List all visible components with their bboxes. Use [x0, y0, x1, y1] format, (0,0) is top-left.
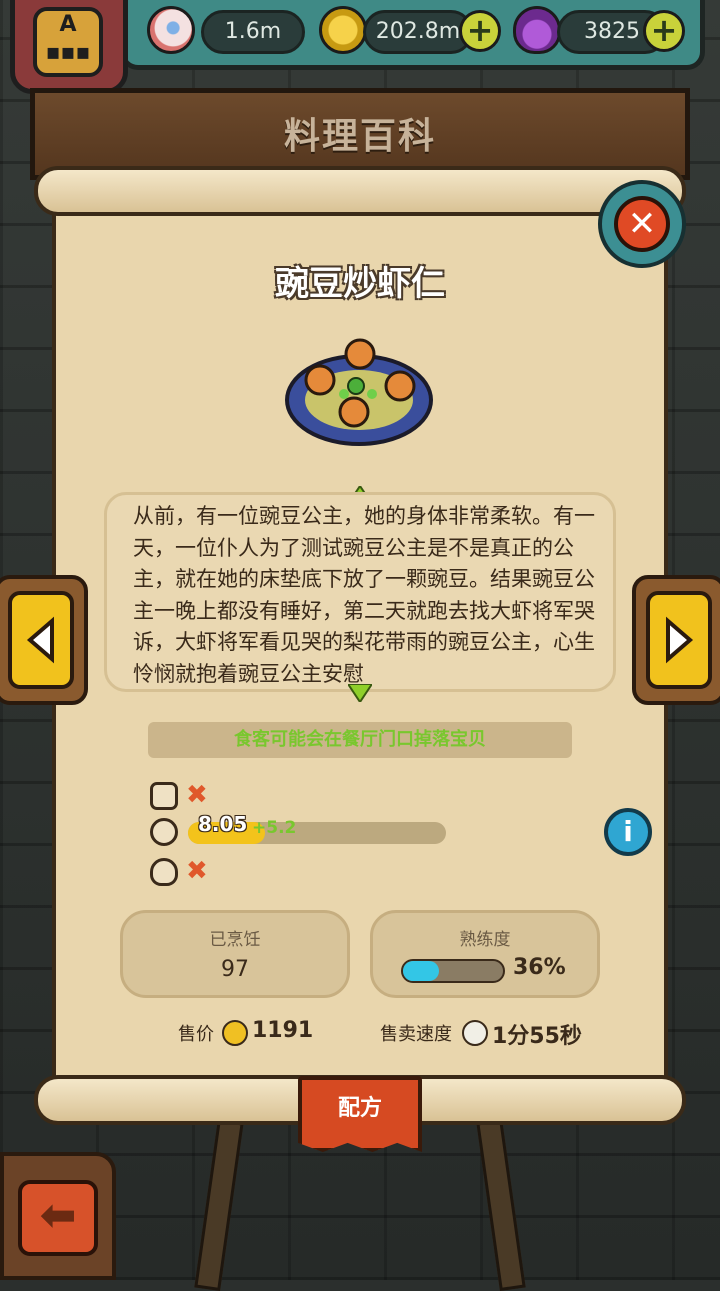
add-potions-button[interactable]: +: [643, 10, 685, 52]
stat-none-icon: ✖: [186, 780, 208, 810]
dish-story-text: 从前，有一位豌豆公主，她的身体非常柔软。有一天，一位仆人为了测试豌豆公主是不是真…: [133, 504, 595, 686]
dish-illustration: [285, 338, 433, 446]
next-dish-button[interactable]: [632, 575, 720, 705]
mastery-label: 熟练度: [459, 930, 511, 950]
coin-icon: [319, 6, 367, 54]
prev-dish-button[interactable]: [0, 575, 88, 705]
stat-none-icon: ✖: [186, 856, 208, 886]
effect-tip-banner: 食客可能会在餐厅门口掉落宝贝: [148, 722, 572, 758]
mastery-progress-fill: [403, 961, 439, 981]
arrow-back-icon: ⬅: [18, 1180, 98, 1256]
eyeball-value: 1.6m: [224, 19, 282, 44]
flame-icon: [150, 858, 178, 886]
price-value: 1191: [252, 1018, 314, 1043]
appeal-value: 8.05: [198, 812, 248, 836]
clock-icon: [462, 1020, 488, 1046]
recipe-tab[interactable]: 配方: [298, 1076, 422, 1152]
arrow-left-icon: [8, 591, 74, 689]
eyeball-icon: [147, 6, 195, 54]
player-avatar[interactable]: A ▪▪▪: [10, 0, 128, 94]
avatar-rank: A: [59, 12, 77, 37]
potion-value: 3825: [584, 19, 640, 44]
eyeball-counter: 1.6m: [201, 10, 305, 54]
cooked-value: 97: [221, 957, 249, 982]
dish-name: 豌豆炒虾仁: [275, 264, 445, 304]
mastery-percent: 36%: [513, 955, 566, 980]
eye-icon: [150, 818, 178, 846]
close-icon: ✕: [614, 196, 670, 252]
page-title: 料理百科: [283, 116, 436, 157]
cooked-count-panel: 已烹饪 97: [120, 910, 350, 998]
add-coins-button[interactable]: +: [459, 10, 501, 52]
avatar-face-icon: A ▪▪▪: [33, 7, 103, 77]
back-button[interactable]: ⬅: [0, 1152, 116, 1280]
cooked-label: 已烹饪: [209, 930, 261, 950]
story-box[interactable]: 从前，有一位豌豆公主，她的身体非常柔软。有一天，一位仆人为了测试豌豆公主是不是真…: [104, 492, 616, 692]
mastery-progress-bar: [401, 959, 505, 983]
resource-bar: 1.6m 202.8m + 3825 +: [120, 0, 705, 70]
scroll-down-arrow-icon[interactable]: [348, 684, 372, 702]
coin-value: 202.8m: [375, 19, 461, 44]
info-button[interactable]: i: [604, 808, 652, 856]
sell-speed-label: 售卖速度: [380, 1024, 452, 1045]
arrow-right-icon: [646, 591, 712, 689]
scroll-top-roll: [34, 166, 686, 216]
potion-icon: [513, 6, 561, 54]
mastery-panel: 熟练度 36%: [370, 910, 600, 998]
close-button[interactable]: ✕: [598, 180, 686, 268]
taste-icon: [150, 782, 178, 810]
coin-counter: 202.8m: [363, 10, 473, 54]
sell-speed-value: 1分55秒: [492, 1024, 582, 1049]
info-icon: i: [623, 815, 633, 848]
coin-icon: [222, 1020, 248, 1046]
price-label: 售价: [178, 1024, 214, 1045]
appeal-bonus: +5.2: [252, 818, 297, 838]
